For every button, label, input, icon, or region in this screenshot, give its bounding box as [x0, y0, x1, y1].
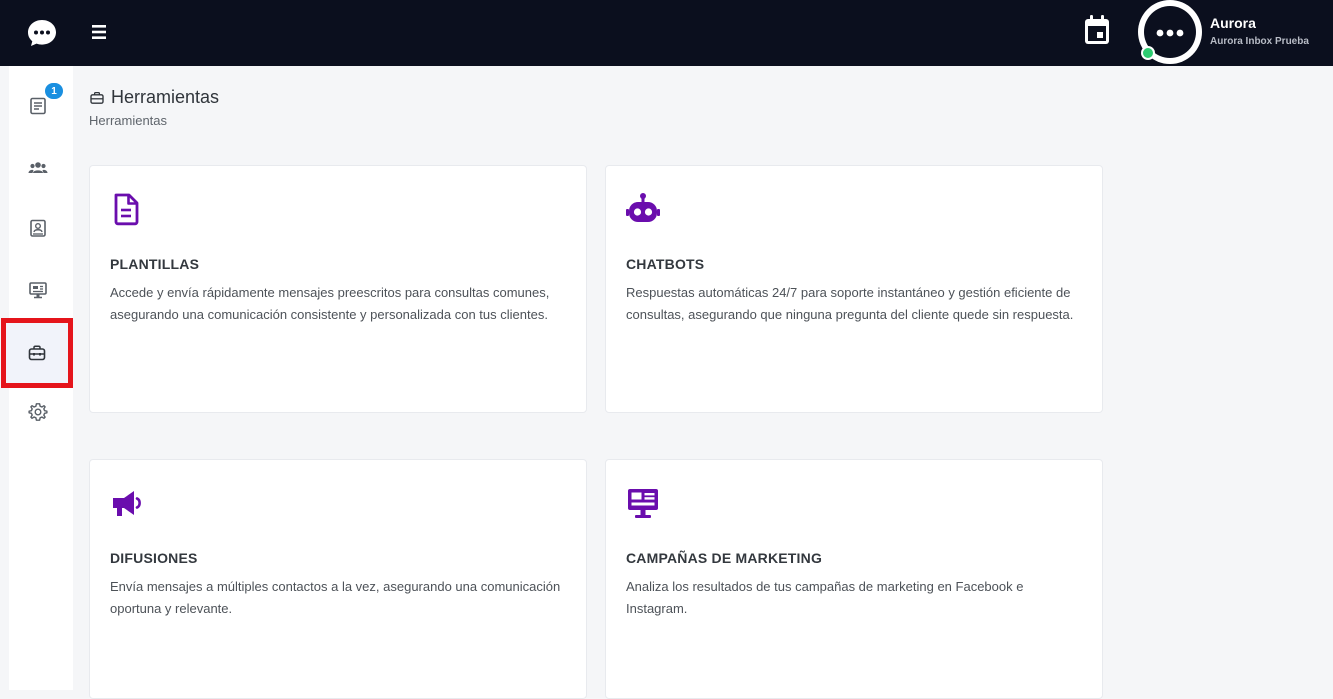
card-plantillas[interactable]: PLANTILLAS Accede y envía rápidamente me…	[89, 165, 587, 413]
menu-icon[interactable]	[88, 22, 110, 42]
top-bar: Aurora Aurora Inbox Prueba	[0, 0, 1333, 66]
toolbox-icon	[28, 345, 46, 361]
card-description: Analiza los resultados de tus campañas d…	[626, 579, 1024, 616]
sidebar-item-tools[interactable]	[1, 318, 73, 388]
contact-icon	[30, 219, 46, 237]
document-icon	[114, 193, 139, 226]
list-icon	[30, 97, 46, 115]
sidebar-item-contact-card[interactable]	[9, 200, 67, 256]
chat-logo-icon[interactable]	[26, 17, 58, 49]
sidebar: 1	[1, 66, 73, 690]
sidebar-item-contacts[interactable]	[9, 140, 67, 196]
online-status-dot	[1141, 46, 1155, 60]
sidebar-item-monitor[interactable]	[9, 262, 67, 318]
card-description: Accede y envía rápidamente mensajes pree…	[110, 285, 550, 322]
card-campanas-marketing[interactable]: CAMPAÑAS DE MARKETING Analiza los result…	[605, 459, 1103, 699]
monitor-chart-icon	[628, 489, 658, 518]
breadcrumb: Herramientas	[89, 113, 168, 128]
sidebar-item-settings[interactable]	[9, 384, 67, 440]
page-title-text: Herramientas	[111, 87, 220, 107]
user-name: Aurora	[1210, 15, 1256, 31]
card-description: Respuestas automáticas 24/7 para soporte…	[626, 285, 1074, 322]
robot-icon	[626, 193, 660, 222]
card-title: CHATBOTS	[626, 256, 705, 272]
megaphone-icon	[113, 491, 141, 516]
user-organization: Aurora Inbox Prueba	[1210, 36, 1309, 47]
monitor-icon	[29, 282, 47, 299]
gear-icon	[28, 403, 48, 421]
card-chatbots[interactable]: CHATBOTS Respuestas automáticas 24/7 par…	[605, 165, 1103, 413]
card-description: Envía mensajes a múltiples contactos a l…	[110, 579, 561, 616]
toolbox-icon	[90, 91, 104, 104]
users-icon	[28, 162, 48, 173]
card-title: PLANTILLAS	[110, 256, 200, 272]
card-title: DIFUSIONES	[110, 550, 198, 566]
notification-badge: 1	[45, 83, 63, 99]
card-difusiones[interactable]: DIFUSIONES Envía mensajes a múltiples co…	[89, 459, 587, 699]
card-title: CAMPAÑAS DE MARKETING	[626, 550, 823, 566]
page-title: Herramientas	[89, 87, 219, 108]
calendar-icon[interactable]	[1082, 14, 1112, 46]
